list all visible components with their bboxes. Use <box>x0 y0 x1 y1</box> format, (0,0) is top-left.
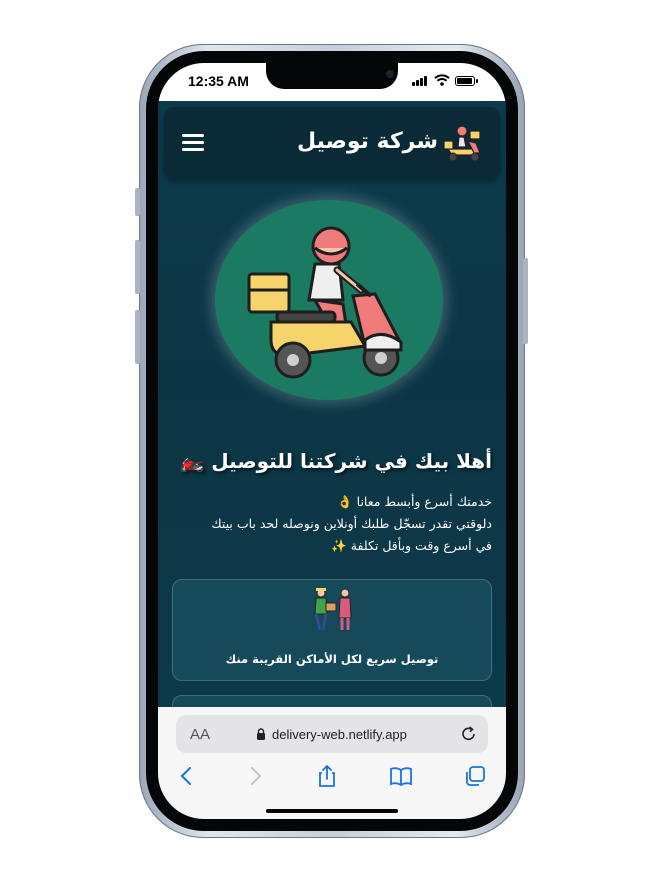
volume-down-button <box>135 310 140 364</box>
volume-up-button <box>135 240 140 294</box>
browser-toolbar: AA delivery-web.netlify.app <box>158 707 506 819</box>
reload-icon[interactable] <box>460 725 478 743</box>
action-button <box>135 188 140 216</box>
description-line: دلوقتي تقدر تسجّل طلبك أونلاين ونوصله لح… <box>211 516 492 531</box>
dynamic-notch <box>266 63 398 89</box>
delivery-scooter-icon[interactable] <box>442 123 484 165</box>
hero-image <box>215 200 443 400</box>
address-bar[interactable]: AA delivery-web.netlify.app <box>176 715 488 753</box>
welcome-heading: أهلا بيك في شركتنا للتوصيل 🏍️ <box>179 449 492 473</box>
back-icon[interactable] <box>174 763 200 789</box>
status-time: 12:35 AM <box>188 73 249 89</box>
description-line: في أسرع وقت وبأقل تكلفة ✨ <box>331 538 492 553</box>
status-bar: 12:35 AM <box>158 63 506 101</box>
welcome-description: خدمتك أسرع وأبسط معانا 👌 دلوقتي تقدر تسج… <box>174 491 492 557</box>
description-line: خدمتك أسرع وأبسط معانا 👌 <box>337 494 492 509</box>
site-navbar: شركة توصيل <box>164 107 500 179</box>
camera-icon <box>386 70 394 78</box>
delivery-scooter-illustration <box>247 226 403 379</box>
cellular-signal-icon <box>412 76 430 86</box>
text-size-button[interactable]: AA <box>190 726 210 743</box>
bookmarks-icon[interactable] <box>388 763 414 789</box>
wifi-icon <box>434 74 450 86</box>
lock-icon <box>257 728 265 740</box>
forward-icon[interactable] <box>242 763 268 789</box>
courier-handing-package-icon <box>314 588 352 631</box>
tabs-icon[interactable] <box>462 763 488 789</box>
site-title[interactable]: شركة توصيل <box>297 129 438 154</box>
share-icon[interactable] <box>314 763 340 789</box>
url-text[interactable]: delivery-web.netlify.app <box>272 727 407 742</box>
phone-screen: 12:35 AM شركة توصيل أهلا بيك في شركتنا ل… <box>158 63 506 819</box>
feature-card: توصيل سريع لكل الأماكن القريبة منك <box>172 579 492 681</box>
hamburger-menu-icon[interactable] <box>182 134 204 152</box>
home-indicator[interactable] <box>266 809 398 813</box>
power-button <box>523 258 528 344</box>
browser-nav-buttons <box>158 763 506 791</box>
battery-icon <box>455 76 478 86</box>
feature-title: توصيل سريع لكل الأماكن القريبة منك <box>225 652 439 666</box>
